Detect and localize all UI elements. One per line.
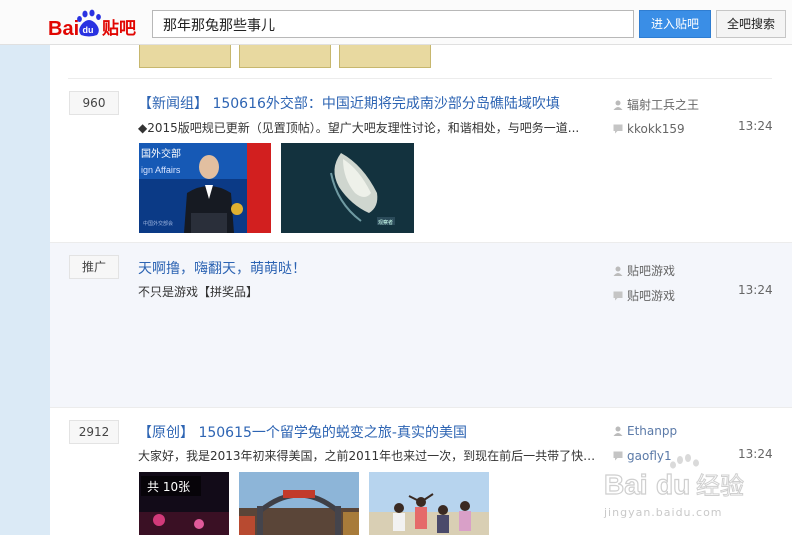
thread-excerpt: ◆2015版吧规已更新（见置顶帖）。望广大吧友理性讨论，和谐相处，与吧务一道..…	[138, 121, 580, 135]
author-name[interactable]: 贴吧游戏	[627, 264, 675, 278]
previous-post-image[interactable]	[339, 45, 431, 68]
search-input[interactable]: 那年那兔那些事儿	[152, 10, 634, 38]
wharf-gate-photo	[239, 472, 359, 535]
search-all-button[interactable]: 全吧搜索	[716, 10, 786, 38]
baidu-tieba-logo[interactable]: Bai du 贴吧	[48, 8, 146, 40]
post-image-night-street[interactable]: 共 10张	[139, 472, 229, 535]
thread-list: 960 【新闻组】 150616外交部：中国近期将完成南沙部分岛礁陆域吹填 ◆2…	[50, 45, 792, 535]
island-satellite-photo: 观察者	[281, 143, 414, 233]
svg-text:Bai: Bai	[48, 18, 79, 40]
last-reply-name[interactable]: kkokk159	[627, 122, 685, 136]
post-image-spokesperson[interactable]: 国外交部 ign Affairs 中国外交部会	[139, 143, 271, 233]
user-icon	[613, 266, 623, 276]
svg-text:经验: 经验	[696, 472, 744, 500]
svg-text:贴吧: 贴吧	[102, 18, 136, 39]
beach-group-photo	[369, 472, 489, 535]
comment-icon	[613, 291, 623, 301]
post-image-beach-group[interactable]	[369, 472, 489, 535]
previous-post-image[interactable]	[139, 45, 231, 68]
promoted-thread-excerpt: 不只是游戏【拼奖品】	[138, 285, 259, 299]
thread-author[interactable]: 贴吧游戏	[613, 262, 675, 279]
svg-text:观察者: 观察者	[378, 219, 393, 226]
promoted-thread-row: 推广 天啊撸，嗨翻天，萌萌哒！ 不只是游戏【拼奖品】 贴吧游戏 贴吧游戏 13:…	[50, 243, 792, 407]
image-count-badge: 共 10张	[147, 480, 191, 494]
svg-text:国外交部: 国外交部	[141, 147, 181, 160]
reply-count-badge: 2912	[69, 420, 119, 444]
last-reply-name[interactable]: 贴吧游戏	[627, 289, 675, 303]
svg-text:du: du	[83, 25, 94, 35]
post-image-fishermans-wharf[interactable]	[239, 472, 359, 535]
thread-row: 960 【新闻组】 150616外交部：中国近期将完成南沙部分岛礁陆域吹填 ◆2…	[50, 79, 792, 242]
promotion-badge: 推广	[69, 255, 119, 279]
last-reply-user[interactable]: kkokk159	[613, 122, 685, 136]
thread-title-link[interactable]: 【新闻组】 150616外交部：中国近期将完成南沙部分岛礁陆域吹填	[138, 93, 560, 113]
watermark-logo: Bai du 经验	[603, 454, 745, 501]
top-bar: Bai du 贴吧 那年那兔那些事儿 进入贴吧 全吧搜索	[0, 0, 792, 45]
last-reply-time: 13:24	[738, 283, 773, 297]
post-image-island[interactable]: 观察者	[281, 143, 414, 233]
svg-text:Bai: Bai	[604, 469, 648, 500]
left-sidebar-background	[0, 45, 50, 535]
reply-count-badge: 960	[69, 91, 119, 115]
svg-text:中国外交部会: 中国外交部会	[143, 220, 173, 227]
author-name[interactable]: Ethanpp	[627, 424, 677, 438]
promoted-thread-title-link[interactable]: 天啊撸，嗨翻天，萌萌哒！	[138, 258, 306, 278]
thread-excerpt: 大家好，我是2013年初来得美国，之前2011年也来过一次，到现在前后一共带了快…	[138, 449, 598, 463]
comment-icon	[613, 124, 623, 134]
last-reply-time: 13:24	[738, 119, 773, 133]
user-icon	[613, 100, 623, 110]
enter-tieba-button[interactable]: 进入贴吧	[639, 10, 711, 38]
svg-text:ign Affairs: ign Affairs	[141, 165, 181, 175]
thread-author[interactable]: Ethanpp	[613, 424, 677, 438]
watermark-url: jingyan.baidu.com	[604, 506, 723, 519]
last-reply-user[interactable]: 贴吧游戏	[613, 287, 675, 304]
baidu-jingyan-watermark: Bai du 经验 jingyan.baidu.com	[603, 452, 754, 522]
thread-title-link[interactable]: 【原创】 150615一个留学兔的蜕变之旅-真实的美国	[138, 422, 467, 442]
user-icon	[613, 426, 623, 436]
spokesperson-photo: 国外交部 ign Affairs 中国外交部会	[139, 143, 271, 233]
previous-post-image[interactable]	[239, 45, 331, 68]
thread-author[interactable]: 辐射工兵之王	[613, 96, 699, 113]
author-name[interactable]: 辐射工兵之王	[627, 98, 699, 112]
svg-text:du: du	[656, 469, 690, 500]
